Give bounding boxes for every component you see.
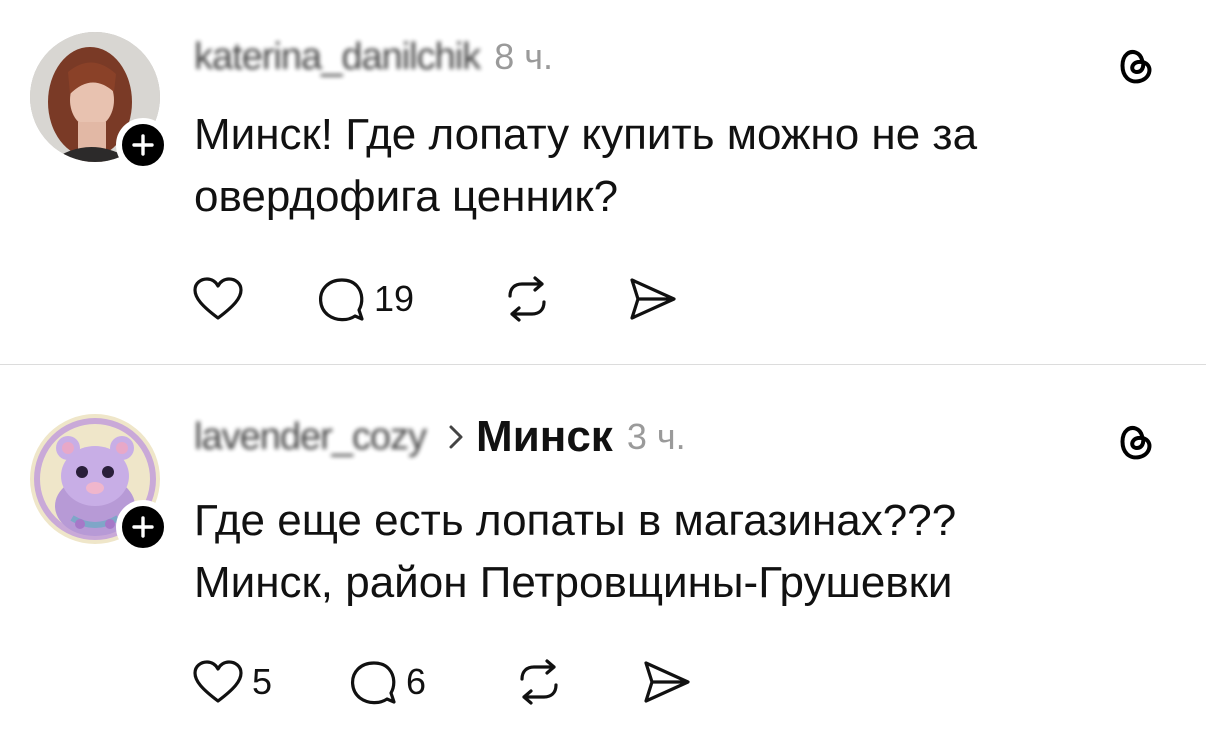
post-header: katerina_danilchik 8 ч. <box>194 32 553 82</box>
username[interactable]: katerina_danilchik <box>194 36 481 79</box>
plus-icon <box>132 516 154 538</box>
post-header: lavender_cozy Минск 3 ч. <box>194 412 686 462</box>
follow-button[interactable] <box>116 500 170 554</box>
thread-post: katerina_danilchik 8 ч. Минск! Где лопат… <box>0 0 1206 365</box>
reply-count: 19 <box>374 278 415 319</box>
chevron-right-icon <box>448 424 464 450</box>
repost-button[interactable] <box>502 271 626 327</box>
reply-count: 6 <box>406 661 427 702</box>
send-icon <box>630 278 676 320</box>
like-button[interactable] <box>192 271 316 327</box>
post-time: 8 ч. <box>494 36 553 77</box>
plus-icon <box>132 134 154 156</box>
action-bar: 19 <box>192 271 686 327</box>
avatar-container[interactable] <box>30 414 170 554</box>
repost-icon <box>508 276 546 322</box>
avatar-container[interactable] <box>30 32 170 172</box>
reply-button[interactable]: 19 <box>316 271 502 327</box>
share-button[interactable] <box>626 271 686 327</box>
post-text: Минск! Где лопату купить можно не за ове… <box>194 104 1184 228</box>
send-icon <box>644 661 690 703</box>
post-text-line: Минск! Где лопату купить можно не за <box>194 110 978 159</box>
comment-icon <box>351 661 396 705</box>
heart-icon <box>193 660 243 703</box>
heart-icon <box>193 277 243 320</box>
comment-icon <box>319 278 364 322</box>
post-text-line: Где еще есть лопаты в магазинах??? <box>194 496 957 545</box>
post-time: 3 ч. <box>626 416 686 457</box>
threads-logo-icon[interactable] <box>1112 418 1158 464</box>
post-text-line: Минск, район Петровщины-Грушевки <box>194 558 953 607</box>
post-text-line: овердофига ценник? <box>194 172 619 221</box>
follow-button[interactable] <box>116 118 170 172</box>
username[interactable]: lavender_cozy <box>194 416 427 459</box>
repost-icon <box>520 659 558 705</box>
repost-button[interactable] <box>514 654 640 710</box>
topic-tag[interactable]: Минск <box>476 412 613 462</box>
post-divider <box>0 364 1206 365</box>
thread-post: lavender_cozy Минск 3 ч. Где еще есть ло… <box>0 366 1206 747</box>
share-button[interactable] <box>640 654 700 710</box>
like-button[interactable]: 5 <box>192 654 348 710</box>
action-bar: 5 6 <box>192 654 700 710</box>
threads-logo-icon[interactable] <box>1112 42 1158 88</box>
post-text: Где еще есть лопаты в магазинах??? Минск… <box>194 490 1184 614</box>
like-count: 5 <box>252 661 273 702</box>
reply-button[interactable]: 6 <box>348 654 514 710</box>
